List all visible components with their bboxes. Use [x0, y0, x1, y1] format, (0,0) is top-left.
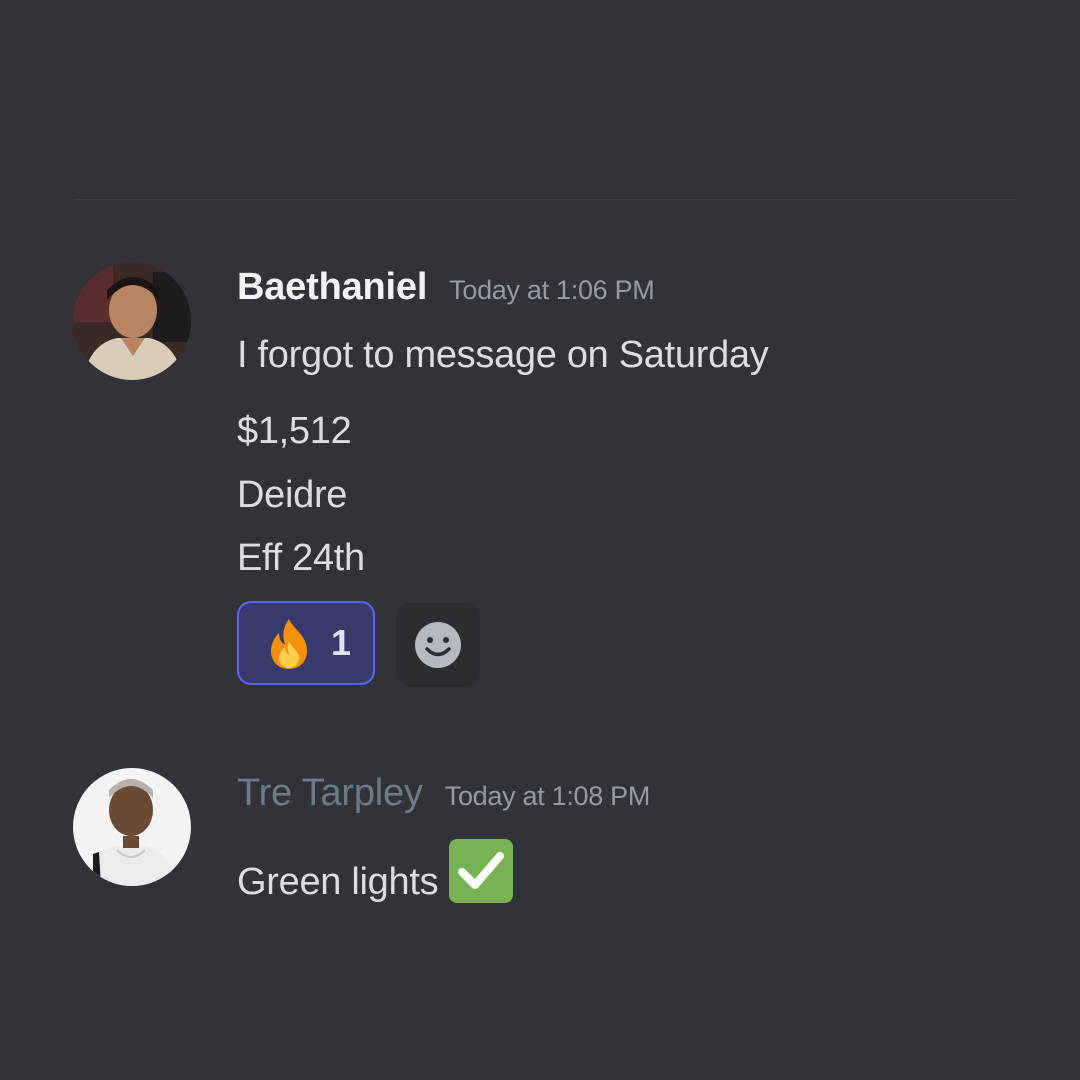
timestamp: Today at 1:06 PM	[449, 275, 655, 305]
message-text: Eff 24th	[237, 537, 365, 579]
message-text: $1,512	[237, 410, 352, 452]
fire-reaction-button[interactable]: 1	[237, 601, 375, 685]
smiley-icon	[415, 622, 461, 668]
message-header: Tre Tarpley Today at 1:08 PM	[237, 772, 650, 822]
avatar[interactable]	[73, 768, 191, 886]
add-reaction-button[interactable]	[396, 603, 480, 687]
white-check-mark-emoji-icon	[448, 838, 514, 914]
message-text: I forgot to message on Saturday	[237, 334, 769, 376]
fire-emoji-icon	[270, 619, 307, 669]
avatar-image	[73, 768, 191, 886]
message-text: Green lights	[237, 861, 439, 903]
username[interactable]: Baethaniel	[237, 266, 427, 308]
message-text-line: Green lights	[237, 838, 514, 914]
avatar[interactable]	[73, 262, 191, 380]
chat-view: Baethaniel Today at 1:06 PM I forgot to m…	[0, 0, 1080, 1080]
username[interactable]: Tre Tarpley	[237, 772, 423, 814]
avatar-image	[73, 262, 191, 380]
message-text: Deidre	[237, 474, 348, 516]
message-header: Baethaniel Today at 1:06 PM	[237, 266, 655, 316]
reaction-count: 1	[330, 622, 352, 663]
timestamp: Today at 1:08 PM	[444, 781, 651, 811]
message-divider	[75, 199, 1017, 200]
